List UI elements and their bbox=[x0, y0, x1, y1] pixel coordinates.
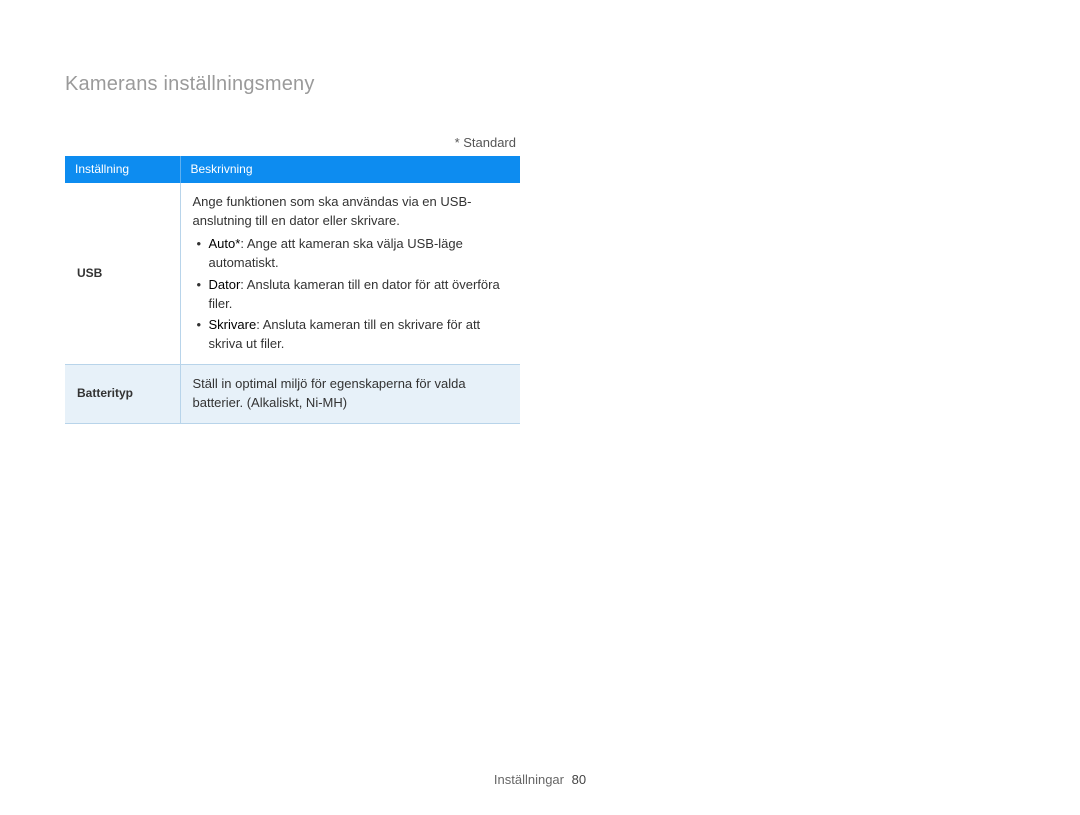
page-footer: Inställningar 80 bbox=[0, 772, 1080, 787]
table-row-battery: Batterityp Ställ in optimal miljö för eg… bbox=[65, 365, 520, 424]
header-setting: Inställning bbox=[65, 156, 180, 183]
usb-intro: Ange funktionen som ska användas via en … bbox=[193, 193, 509, 231]
header-description: Beskrivning bbox=[180, 156, 520, 183]
usb-option-dator: Dator: Ansluta kameran till en dator för… bbox=[195, 276, 509, 314]
battery-options: Alkaliskt, Ni-MH bbox=[251, 395, 343, 410]
setting-desc-usb: Ange funktionen som ska användas via en … bbox=[180, 183, 520, 364]
usb-options-list: Auto*: Ange att kameran ska välja USB-lä… bbox=[193, 235, 509, 354]
table-row-usb: USB Ange funktionen som ska användas via… bbox=[65, 183, 520, 364]
setting-desc-battery: Ställ in optimal miljö för egenskaperna … bbox=[180, 365, 520, 424]
usb-option-skrivare: Skrivare: Ansluta kameran till en skriva… bbox=[195, 316, 509, 354]
page-title: Kamerans inställningsmeny bbox=[65, 73, 315, 96]
settings-table: Inställning Beskrivning USB Ange funktio… bbox=[65, 156, 520, 424]
footer-page-number: 80 bbox=[572, 772, 586, 787]
usb-option-auto-label: Auto* bbox=[209, 236, 241, 251]
usb-option-skrivare-label: Skrivare bbox=[209, 317, 257, 332]
usb-option-auto-text: : Ange att kameran ska välja USB-läge au… bbox=[209, 236, 463, 270]
content-area: * Standard Inställning Beskrivning USB A… bbox=[65, 135, 520, 424]
footer-section: Inställningar bbox=[494, 772, 564, 787]
battery-text-after: ) bbox=[343, 395, 347, 410]
setting-name-usb: USB bbox=[65, 183, 180, 364]
setting-name-battery: Batterityp bbox=[65, 365, 180, 424]
standard-note: * Standard bbox=[65, 135, 520, 150]
usb-option-dator-text: : Ansluta kameran till en dator för att … bbox=[209, 277, 500, 311]
usb-option-auto: Auto*: Ange att kameran ska välja USB-lä… bbox=[195, 235, 509, 273]
usb-option-dator-label: Dator bbox=[209, 277, 241, 292]
